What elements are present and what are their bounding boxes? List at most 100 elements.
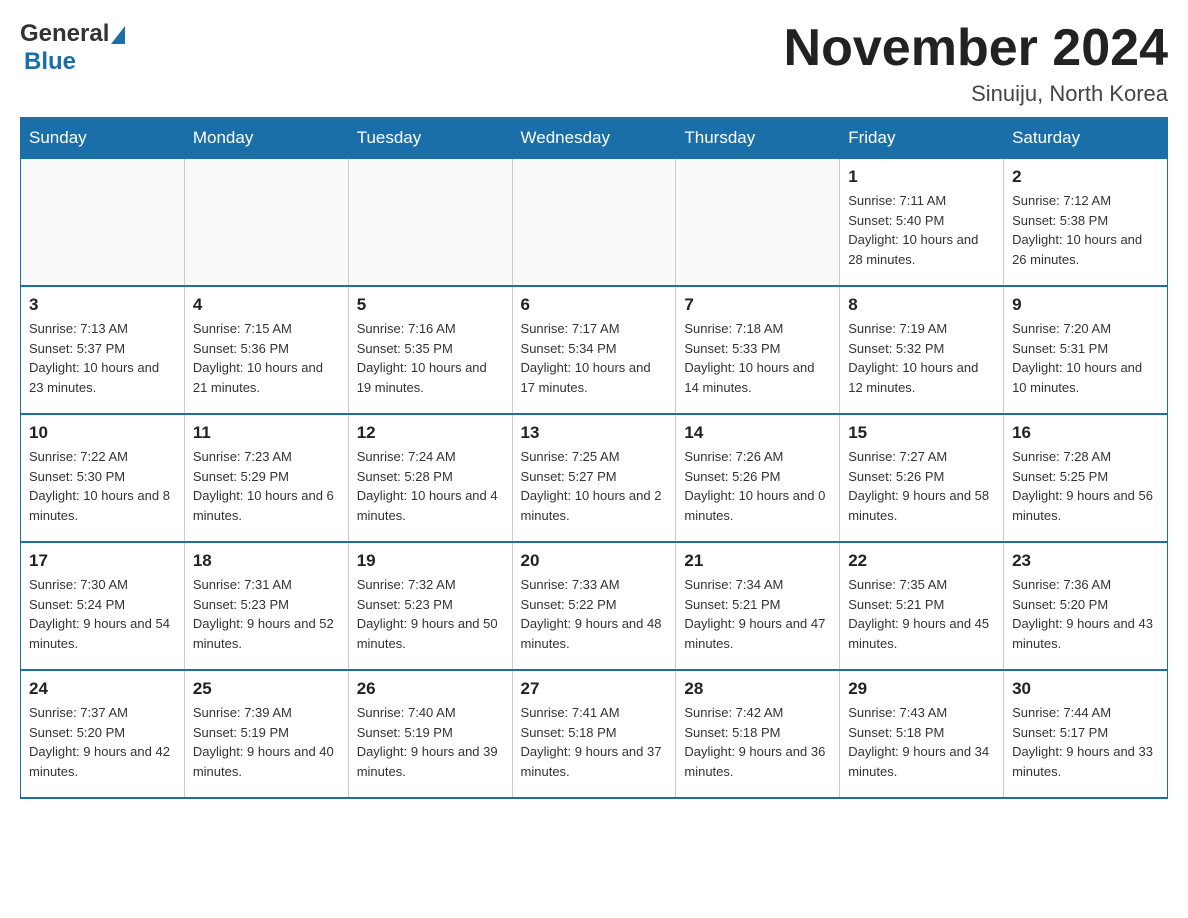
day-number: 13 [521,423,668,443]
day-info: Sunrise: 7:42 AMSunset: 5:18 PMDaylight:… [684,703,831,781]
calendar-cell: 28Sunrise: 7:42 AMSunset: 5:18 PMDayligh… [676,670,840,798]
calendar-cell: 4 Sunrise: 7:15 AMSunset: 5:36 PMDaylight… [184,286,348,414]
day-info: Sunrise: 7:34 AMSunset: 5:21 PMDaylight:… [684,575,831,653]
day-info: Sunrise: 7:33 AMSunset: 5:22 PMDaylight:… [521,575,668,653]
weekday-header-thursday: Thursday [676,118,840,159]
day-number: 10 [29,423,176,443]
calendar-cell: 17 Sunrise: 7:30 AMSunset: 5:24 PMDayligh… [21,542,185,670]
day-info: Sunrise: 7:40 AMSunset: 5:19 PMDaylight:… [357,703,504,781]
day-info: Sunrise: 7:26 AMSunset: 5:26 PMDaylight:… [684,447,831,525]
day-number: 7 [684,295,831,315]
day-number: 8 [848,295,995,315]
weekday-header-friday: Friday [840,118,1004,159]
calendar-cell: 24 Sunrise: 7:37 AMSunset: 5:20 PMDayligh… [21,670,185,798]
calendar-cell: 22Sunrise: 7:35 AMSunset: 5:21 PMDayligh… [840,542,1004,670]
day-number: 24 [29,679,176,699]
day-info: Sunrise: 7:44 AMSunset: 5:17 PMDaylight:… [1012,703,1159,781]
calendar-cell [184,159,348,287]
day-number: 6 [521,295,668,315]
calendar-cell: 12 Sunrise: 7:24 AMSunset: 5:28 PMDayligh… [348,414,512,542]
day-number: 15 [848,423,995,443]
calendar-cell: 6 Sunrise: 7:17 AMSunset: 5:34 PMDaylight… [512,286,676,414]
day-number: 12 [357,423,504,443]
calendar-cell: 1Sunrise: 7:11 AMSunset: 5:40 PMDaylight… [840,159,1004,287]
calendar-cell: 20Sunrise: 7:33 AMSunset: 5:22 PMDayligh… [512,542,676,670]
day-number: 26 [357,679,504,699]
logo: General Blue [20,20,125,76]
calendar-cell: 27 Sunrise: 7:41 AMSunset: 5:18 PMDayligh… [512,670,676,798]
day-info: Sunrise: 7:17 AMSunset: 5:34 PMDaylight:… [521,319,668,397]
calendar-cell: 18 Sunrise: 7:31 AMSunset: 5:23 PMDayligh… [184,542,348,670]
calendar-cell: 14 Sunrise: 7:26 AMSunset: 5:26 PMDayligh… [676,414,840,542]
month-title: November 2024 [784,20,1168,77]
day-info: Sunrise: 7:18 AMSunset: 5:33 PMDaylight:… [684,319,831,397]
day-info: Sunrise: 7:20 AMSunset: 5:31 PMDaylight:… [1012,319,1159,397]
day-info: Sunrise: 7:13 AMSunset: 5:37 PMDaylight:… [29,319,176,397]
logo-triangle-icon [111,26,125,44]
weekday-header-row: SundayMondayTuesdayWednesdayThursdayFrid… [21,118,1168,159]
calendar-cell: 10 Sunrise: 7:22 AMSunset: 5:30 PMDayligh… [21,414,185,542]
calendar-cell: 9 Sunrise: 7:20 AMSunset: 5:31 PMDaylight… [1004,286,1168,414]
day-info: Sunrise: 7:35 AMSunset: 5:21 PMDaylight:… [848,575,995,653]
calendar-cell: 15 Sunrise: 7:27 AMSunset: 5:26 PMDayligh… [840,414,1004,542]
day-number: 5 [357,295,504,315]
calendar-week-4: 17 Sunrise: 7:30 AMSunset: 5:24 PMDayligh… [21,542,1168,670]
calendar-table: SundayMondayTuesdayWednesdayThursdayFrid… [20,117,1168,799]
calendar-cell [676,159,840,287]
day-info: Sunrise: 7:12 AMSunset: 5:38 PMDaylight:… [1012,191,1159,269]
day-info: Sunrise: 7:19 AMSunset: 5:32 PMDaylight:… [848,319,995,397]
location: Sinuiju, North Korea [784,81,1168,107]
weekday-header-sunday: Sunday [21,118,185,159]
day-info: Sunrise: 7:15 AMSunset: 5:36 PMDaylight:… [193,319,340,397]
day-number: 2 [1012,167,1159,187]
calendar-cell: 11Sunrise: 7:23 AMSunset: 5:29 PMDayligh… [184,414,348,542]
calendar-cell: 5 Sunrise: 7:16 AMSunset: 5:35 PMDaylight… [348,286,512,414]
calendar-cell: 30 Sunrise: 7:44 AMSunset: 5:17 PMDayligh… [1004,670,1168,798]
day-number: 19 [357,551,504,571]
title-area: November 2024 Sinuiju, North Korea [784,20,1168,107]
day-number: 21 [684,551,831,571]
calendar-cell: 25 Sunrise: 7:39 AMSunset: 5:19 PMDayligh… [184,670,348,798]
day-info: Sunrise: 7:27 AMSunset: 5:26 PMDaylight:… [848,447,995,525]
day-number: 14 [684,423,831,443]
calendar-cell: 2 Sunrise: 7:12 AMSunset: 5:38 PMDaylight… [1004,159,1168,287]
logo-blue-text: Blue [24,48,76,76]
day-info: Sunrise: 7:31 AMSunset: 5:23 PMDaylight:… [193,575,340,653]
day-info: Sunrise: 7:41 AMSunset: 5:18 PMDaylight:… [521,703,668,781]
day-info: Sunrise: 7:30 AMSunset: 5:24 PMDaylight:… [29,575,176,653]
weekday-header-wednesday: Wednesday [512,118,676,159]
calendar-week-1: 1Sunrise: 7:11 AMSunset: 5:40 PMDaylight… [21,159,1168,287]
calendar-cell: 21 Sunrise: 7:34 AMSunset: 5:21 PMDayligh… [676,542,840,670]
calendar-cell: 8 Sunrise: 7:19 AMSunset: 5:32 PMDaylight… [840,286,1004,414]
day-number: 17 [29,551,176,571]
weekday-header-tuesday: Tuesday [348,118,512,159]
day-number: 9 [1012,295,1159,315]
day-info: Sunrise: 7:16 AMSunset: 5:35 PMDaylight:… [357,319,504,397]
day-number: 25 [193,679,340,699]
weekday-header-saturday: Saturday [1004,118,1168,159]
day-number: 23 [1012,551,1159,571]
day-info: Sunrise: 7:28 AMSunset: 5:25 PMDaylight:… [1012,447,1159,525]
calendar-cell: 16 Sunrise: 7:28 AMSunset: 5:25 PMDayligh… [1004,414,1168,542]
day-info: Sunrise: 7:11 AMSunset: 5:40 PMDaylight:… [848,191,995,269]
logo-general-text: General [20,20,109,48]
day-info: Sunrise: 7:37 AMSunset: 5:20 PMDaylight:… [29,703,176,781]
calendar-week-2: 3 Sunrise: 7:13 AMSunset: 5:37 PMDaylight… [21,286,1168,414]
calendar-cell: 7 Sunrise: 7:18 AMSunset: 5:33 PMDaylight… [676,286,840,414]
day-info: Sunrise: 7:43 AMSunset: 5:18 PMDaylight:… [848,703,995,781]
day-info: Sunrise: 7:36 AMSunset: 5:20 PMDaylight:… [1012,575,1159,653]
calendar-cell: 13Sunrise: 7:25 AMSunset: 5:27 PMDayligh… [512,414,676,542]
calendar-cell: 19Sunrise: 7:32 AMSunset: 5:23 PMDayligh… [348,542,512,670]
day-number: 18 [193,551,340,571]
day-info: Sunrise: 7:39 AMSunset: 5:19 PMDaylight:… [193,703,340,781]
day-info: Sunrise: 7:24 AMSunset: 5:28 PMDaylight:… [357,447,504,525]
day-number: 29 [848,679,995,699]
day-number: 27 [521,679,668,699]
day-number: 3 [29,295,176,315]
day-info: Sunrise: 7:22 AMSunset: 5:30 PMDaylight:… [29,447,176,525]
day-number: 4 [193,295,340,315]
day-number: 30 [1012,679,1159,699]
calendar-cell [21,159,185,287]
day-number: 16 [1012,423,1159,443]
calendar-cell: 3 Sunrise: 7:13 AMSunset: 5:37 PMDaylight… [21,286,185,414]
